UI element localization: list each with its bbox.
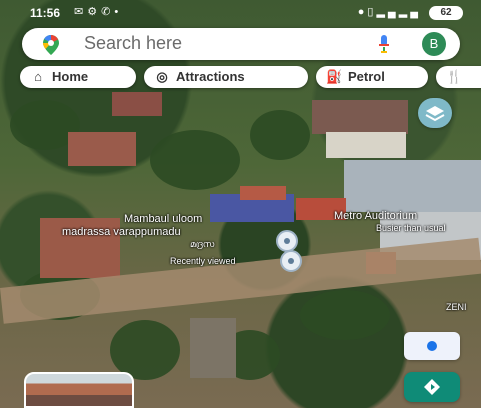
building-roof bbox=[240, 186, 286, 200]
building-roof bbox=[68, 132, 136, 166]
restaurant-icon: 🍴 bbox=[446, 69, 463, 84]
place-pin[interactable] bbox=[276, 230, 298, 252]
account-avatar[interactable]: B bbox=[422, 32, 446, 56]
chip-label: Petrol bbox=[348, 69, 385, 84]
recently-viewed-pin[interactable] bbox=[280, 250, 302, 272]
search-bar[interactable]: Search here B bbox=[22, 28, 460, 60]
category-chips: ⌂ Home ◎ Attractions ⛽ Petrol 🍴 bbox=[0, 66, 481, 92]
google-maps-logo-icon bbox=[43, 35, 59, 55]
building-roof bbox=[190, 318, 236, 378]
status-bar: 11:56 ✉⚙✆• ●▯▂▄▂▄ 62 bbox=[0, 0, 481, 26]
battery-indicator: 62 bbox=[429, 6, 463, 20]
place-photo-thumbnail[interactable] bbox=[24, 372, 134, 408]
place-label-madrassa-line2[interactable]: madrassa varappumadu bbox=[62, 226, 181, 238]
signal-icon: ▂▄ bbox=[376, 6, 399, 18]
status-right-icons: ●▯▂▄▂▄ bbox=[358, 5, 421, 18]
tree-cluster bbox=[250, 110, 310, 160]
building-roof bbox=[312, 100, 408, 134]
microphone-icon[interactable] bbox=[378, 35, 390, 53]
camera-icon: ◎ bbox=[156, 69, 168, 84]
tree-cluster bbox=[110, 320, 180, 380]
chip-label: Home bbox=[52, 69, 89, 84]
chip-label: Attractions bbox=[176, 69, 245, 84]
home-icon: ⌂ bbox=[34, 69, 42, 84]
place-label-auditorium[interactable]: Metro Auditorium bbox=[334, 210, 417, 222]
signal-icon: ▂▄ bbox=[398, 6, 421, 18]
tree-cluster bbox=[300, 290, 390, 340]
phone-icon: ✆ bbox=[101, 6, 115, 18]
status-left-icons: ✉⚙✆• bbox=[74, 5, 122, 18]
layers-button[interactable] bbox=[418, 98, 452, 128]
layers-icon bbox=[425, 106, 445, 122]
search-input[interactable]: Search here bbox=[84, 33, 182, 54]
building-roof bbox=[326, 132, 406, 158]
chip-restaurants[interactable]: 🍴 bbox=[436, 66, 481, 88]
my-location-button[interactable] bbox=[404, 332, 460, 360]
auditorium-roof bbox=[344, 160, 481, 212]
settings-icon: ⚙ bbox=[87, 6, 102, 18]
recently-viewed-label: Recently viewed bbox=[170, 256, 236, 266]
building-roof bbox=[112, 92, 162, 116]
dot-icon: • bbox=[114, 6, 123, 18]
location-dot-icon bbox=[427, 341, 437, 351]
chip-home[interactable]: ⌂ Home bbox=[20, 66, 136, 88]
chip-attractions[interactable]: ◎ Attractions bbox=[144, 66, 308, 88]
maps-screen: Mambaul uloom madrassa varappumadu മദ്രസ… bbox=[0, 0, 481, 408]
chip-petrol[interactable]: ⛽ Petrol bbox=[316, 66, 428, 88]
place-label-busier: Busier than usual bbox=[376, 223, 446, 233]
tree-cluster bbox=[150, 130, 240, 190]
status-time: 11:56 bbox=[30, 6, 61, 20]
directions-button[interactable] bbox=[404, 372, 460, 402]
directions-icon bbox=[424, 379, 440, 395]
email-icon: ✉ bbox=[74, 6, 88, 18]
place-label-zen: ZENI bbox=[446, 302, 467, 312]
fuel-icon: ⛽ bbox=[326, 69, 343, 84]
place-label-madrassa-local: മദ്രസ bbox=[190, 239, 215, 249]
place-label-madrassa-line1[interactable]: Mambaul uloom bbox=[124, 213, 202, 225]
location-icon: ● bbox=[357, 6, 368, 18]
